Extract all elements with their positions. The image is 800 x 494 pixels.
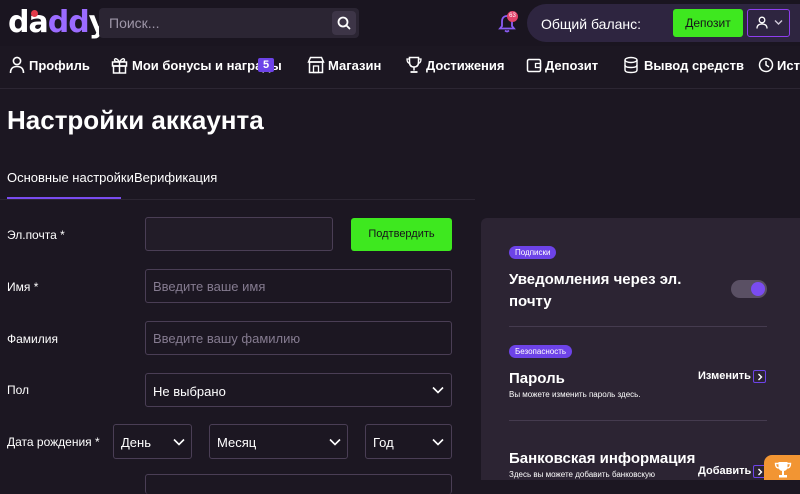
- email-label: Эл.почта *: [7, 228, 65, 242]
- gender-label: Пол: [7, 383, 30, 397]
- deposit-button[interactable]: Депозит: [673, 9, 743, 37]
- search-icon: [337, 16, 351, 30]
- chevron-down-icon: [432, 386, 444, 394]
- dob-year-select[interactable]: Год: [365, 424, 452, 459]
- tab-verification[interactable]: Верификация: [134, 170, 217, 185]
- email-notifications-title: Уведомления через эл. почту: [509, 271, 682, 310]
- security-pill: Безопасность: [509, 345, 573, 358]
- chevron-down-icon: [329, 438, 341, 446]
- chevron-down-icon: [432, 438, 444, 446]
- user-menu-button[interactable]: [747, 9, 790, 37]
- card-divider: [509, 420, 767, 421]
- subscriptions-pill: Подписки: [509, 246, 557, 259]
- change-password-arrow[interactable]: [753, 370, 766, 383]
- name-label: Имя *: [7, 280, 39, 294]
- change-password-link[interactable]: Изменить: [698, 370, 751, 382]
- dob-label: Дата рождения *: [7, 435, 100, 449]
- search-input[interactable]: [99, 8, 337, 38]
- surname-field[interactable]: [146, 322, 451, 354]
- dob-day-select[interactable]: День: [113, 424, 192, 459]
- nav-item-withdraw[interactable]: Вывод средств: [623, 56, 744, 76]
- logo-text-pre: da: [8, 5, 49, 40]
- nav-item-achievements[interactable]: Достижения: [406, 56, 504, 76]
- password-title: Пароль: [509, 370, 565, 387]
- nav-label: Ист: [777, 58, 800, 73]
- nav-label: Депозит: [545, 58, 599, 73]
- surname-label: Фамилия: [7, 332, 58, 346]
- page-title: Настройки аккаунта: [7, 105, 264, 135]
- store-icon: [307, 56, 325, 74]
- name-field[interactable]: [146, 270, 451, 302]
- next-field-partial[interactable]: [145, 474, 452, 494]
- bank-info-subtitle: Здесь вы можете добавить банковскую: [509, 470, 655, 479]
- year-value: Год: [373, 435, 394, 450]
- month-value: Месяц: [217, 435, 257, 450]
- email-field-box: [145, 217, 333, 251]
- trophy-icon: [406, 56, 422, 73]
- achievements-float-button[interactable]: [764, 455, 800, 480]
- tabs-divider: [0, 199, 475, 200]
- logo[interactable]: daddy: [8, 5, 108, 40]
- chevron-down-icon: [774, 20, 783, 25]
- nav-item-profile[interactable]: Профиль: [9, 56, 90, 76]
- active-tab-indicator: [7, 197, 121, 199]
- bank-info-title: Банковская информация: [509, 450, 696, 467]
- settings-side-card: Подписки Уведомления через эл. почту Без…: [481, 218, 800, 480]
- logo-text-highlight: dd: [47, 5, 90, 40]
- password-subtitle: Вы можете изменить пароль здесь.: [509, 390, 641, 399]
- search-box: [99, 8, 359, 38]
- dob-month-select[interactable]: Месяц: [209, 424, 348, 459]
- bonus-count-badge: 5: [258, 58, 274, 72]
- email-field[interactable]: [146, 218, 332, 250]
- chevron-down-icon: [173, 438, 185, 446]
- trophy-icon: [774, 462, 792, 478]
- top-bar: daddy 63 Общий баланс: Депозит: [0, 0, 800, 46]
- nav-label: Вывод средств: [644, 58, 745, 73]
- user-icon: [756, 16, 768, 29]
- tab-basic-settings[interactable]: Основные настройки: [7, 170, 134, 185]
- notification-badge: 63: [507, 11, 518, 22]
- balance-label: Общий баланс:: [541, 16, 642, 32]
- nav-item-store[interactable]: Магазин: [307, 56, 381, 76]
- add-bank-link[interactable]: Добавить: [698, 465, 751, 477]
- chevron-right-icon: [758, 373, 763, 381]
- gender-value: Не выбрано: [153, 384, 226, 399]
- nav-label: Магазин: [328, 58, 382, 73]
- account-nav: Профиль Мои бонусы и награды 5 Магазин Д…: [0, 50, 800, 80]
- user-icon: [9, 56, 25, 74]
- balance-panel: Общий баланс: Депозит: [527, 4, 800, 42]
- toggle-knob: [751, 282, 765, 296]
- nav-label: Профиль: [29, 58, 90, 73]
- nav-item-deposit[interactable]: Депозит: [526, 56, 598, 76]
- history-icon: [758, 57, 774, 73]
- wallet-icon: [526, 58, 542, 73]
- nav-item-history[interactable]: Ист: [758, 56, 800, 76]
- confirm-email-button[interactable]: Подтвердить: [351, 218, 452, 251]
- card-divider: [509, 326, 767, 327]
- nav-divider: [0, 88, 800, 89]
- gender-select[interactable]: Не выбрано: [145, 373, 452, 407]
- logo-hat-icon: [31, 10, 38, 17]
- chevron-right-icon: [758, 468, 763, 476]
- name-field-box: [145, 269, 452, 303]
- gift-icon: [111, 58, 128, 74]
- surname-field-box: [145, 321, 452, 355]
- coins-icon: [624, 56, 638, 74]
- search-button[interactable]: [332, 11, 356, 35]
- nav-item-bonuses[interactable]: Мои бонусы и награды 5: [111, 56, 282, 76]
- email-notifications-toggle[interactable]: [731, 280, 767, 298]
- day-value: День: [121, 435, 151, 450]
- nav-label: Достижения: [426, 58, 505, 73]
